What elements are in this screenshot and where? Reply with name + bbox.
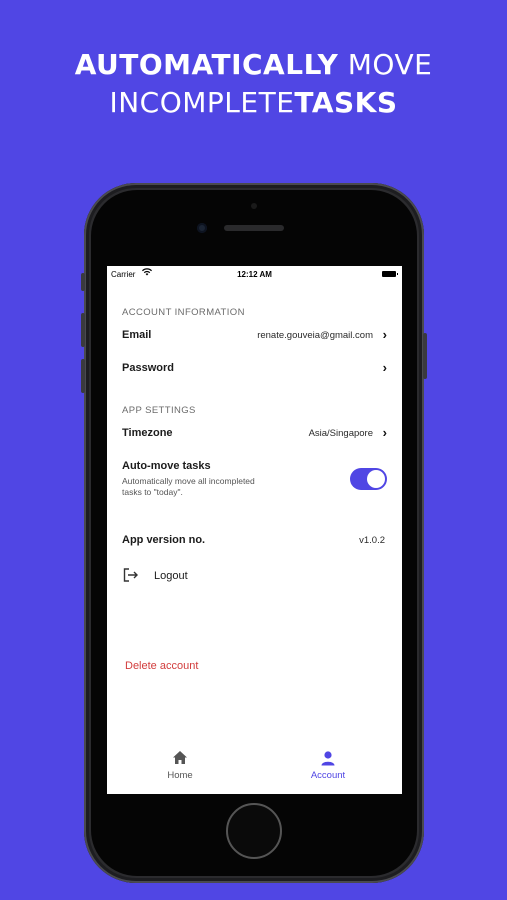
volume-up-button [81, 313, 85, 347]
tab-account[interactable]: Account [278, 750, 378, 781]
automove-desc-line-1: Automatically move all incompleted [122, 476, 255, 486]
proximity-sensor [251, 203, 257, 209]
password-label: Password [122, 362, 174, 374]
timezone-value: Asia/Singapore [308, 428, 373, 439]
toggle-knob [367, 470, 385, 488]
app-version-label: App version no. [122, 534, 206, 546]
delete-account-button[interactable]: Delete account [125, 660, 198, 672]
logout-icon[interactable] [123, 568, 139, 585]
headline-line-2: INCOMPLETETASKS [0, 84, 507, 122]
tab-home[interactable]: Home [130, 750, 230, 781]
app-settings-header: APP SETTINGS [122, 405, 196, 416]
email-value: renate.gouveia@gmail.com [257, 330, 373, 341]
promo-headline: AUTOMATICALLY MOVE INCOMPLETETASKS [0, 46, 507, 122]
battery-icon [382, 271, 398, 277]
headline-bold-2: TASKS [294, 86, 398, 119]
logout-button[interactable]: Logout [154, 570, 188, 582]
chevron-right-icon: › [382, 327, 387, 342]
volume-down-button [81, 359, 85, 393]
tab-bar: Home Account [107, 746, 402, 794]
automove-toggle[interactable] [350, 468, 387, 490]
headline-regular-1: MOVE [347, 48, 433, 81]
email-label: Email [122, 329, 152, 341]
chevron-right-icon: › [382, 425, 387, 440]
status-time: 12:12 AM [237, 270, 272, 279]
mute-switch [81, 273, 85, 291]
automove-description: Automatically move all incompleted tasks… [122, 476, 302, 498]
account-information-header: ACCOUNT INFORMATION [122, 307, 245, 318]
headline-regular-2: INCOMPLETE [109, 86, 295, 119]
home-icon [130, 750, 230, 768]
earpiece-speaker [224, 225, 284, 231]
home-button[interactable] [226, 803, 282, 859]
timezone-label: Timezone [122, 427, 173, 439]
chevron-right-icon: › [382, 360, 387, 375]
user-icon [278, 750, 378, 768]
power-button [423, 333, 427, 379]
app-version-row: App version no. v1.0.2 [122, 531, 387, 551]
password-row[interactable]: Password › [122, 359, 387, 379]
tab-account-label: Account [310, 770, 346, 781]
app-screen: Carrier 12:12 AM ACCOUNT INFORMATION Ema… [107, 266, 402, 794]
automove-row: Auto-move tasks [122, 457, 387, 477]
headline-line-1: AUTOMATICALLY MOVE [0, 46, 507, 84]
front-camera [197, 223, 207, 233]
app-version-value: v1.0.2 [359, 535, 385, 546]
timezone-row[interactable]: Timezone Asia/Singapore › [122, 424, 387, 444]
email-row[interactable]: Email renate.gouveia@gmail.com › [122, 326, 387, 346]
automove-label: Auto-move tasks [122, 460, 211, 472]
headline-bold-1: AUTOMATICALLY [74, 48, 339, 81]
automove-desc-line-2: tasks to "today". [122, 487, 183, 497]
status-bar: Carrier 12:12 AM [107, 266, 402, 284]
tab-home-label: Home [167, 770, 193, 781]
